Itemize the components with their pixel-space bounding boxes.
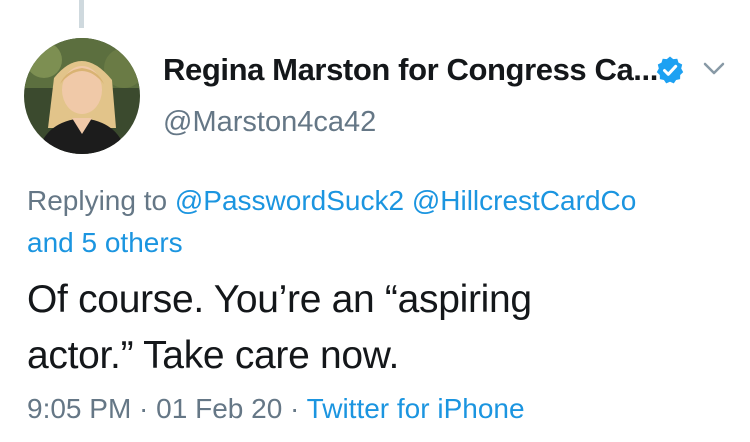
verified-badge-icon (656, 56, 684, 84)
meta-separator-2: · (282, 393, 307, 424)
chevron-down-icon[interactable] (703, 62, 725, 76)
reply-context: Replying to @PasswordSuck2 @HillcrestCar… (27, 180, 727, 264)
tweet-text: Of course. You’re an “aspiring actor.” T… (27, 278, 532, 377)
avatar[interactable] (24, 38, 140, 154)
thread-connector-line (79, 0, 84, 28)
author-display-name[interactable]: Regina Marston for Congress Ca... (163, 52, 658, 88)
tweet-card: Regina Marston for Congress Ca... @Marst… (0, 0, 750, 442)
tweet-meta: 9:05 PM · 01 Feb 20 · Twitter for iPhone (27, 393, 525, 425)
mention-link-hillcrestcardco[interactable]: @HillcrestCardCo (412, 185, 636, 216)
others-link[interactable]: and 5 others (27, 227, 183, 258)
tweet-source-link[interactable]: Twitter for iPhone (307, 393, 525, 424)
tweet-date[interactable]: 01 Feb 20 (156, 393, 282, 424)
avatar-photo (24, 38, 140, 154)
reply-prefix: Replying to (27, 185, 175, 216)
mention-link-passwordsuck2[interactable]: @PasswordSuck2 (175, 185, 404, 216)
meta-separator: · (131, 393, 157, 424)
tweet-time[interactable]: 9:05 PM (27, 393, 131, 424)
author-handle[interactable]: @Marston4ca42 (163, 106, 376, 139)
